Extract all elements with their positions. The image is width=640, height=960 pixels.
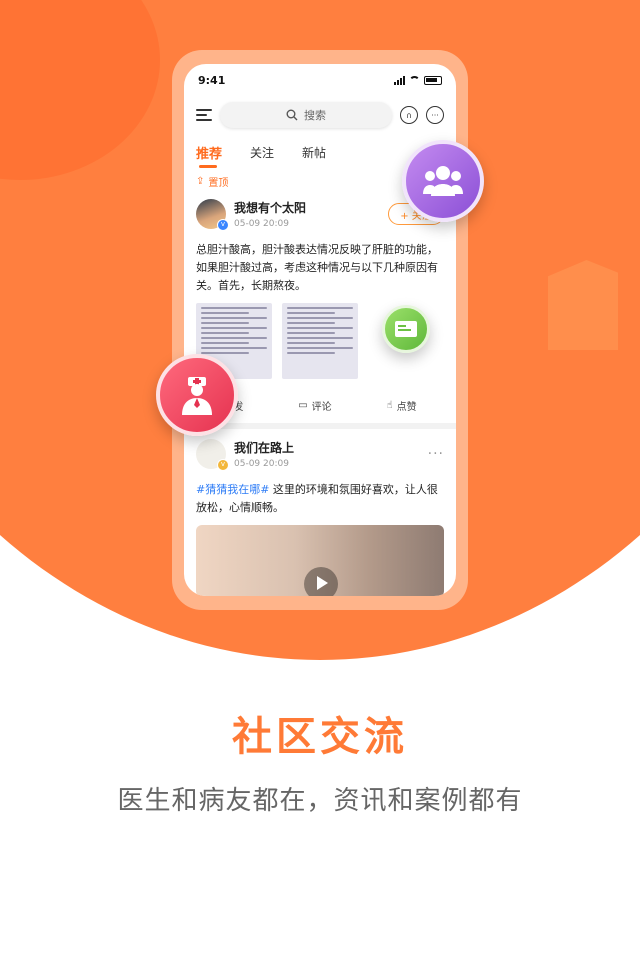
tab-recommend[interactable]: 推荐 — [196, 143, 222, 168]
post-text: #猜猜我在哪# 这里的环境和氛围好喜欢，让人很放松，心情顺畅。 — [196, 481, 444, 517]
background-decoration — [548, 260, 618, 350]
status-bar: 9:41 — [184, 64, 456, 96]
thumbs-up-icon: ☝ — [386, 399, 393, 411]
post-card[interactable]: v 我们在路上 05-09 20:09 ··· #猜猜我在哪# 这里的环境和氛围… — [184, 435, 456, 596]
message-icon[interactable]: ··· — [426, 106, 444, 124]
verified-icon: v — [217, 219, 229, 231]
subline: 医生和病友都在，资讯和案例都有 — [117, 786, 523, 816]
pin-icon: ⇪ — [196, 176, 205, 187]
promo-screen: 9:41 搜索 ∩ ··· 推荐 关注 新帖 ⇪ 置顶 v 我想有个太阳 05-… — [0, 0, 640, 960]
like-label: 点赞 — [396, 401, 417, 413]
post-video[interactable] — [196, 525, 444, 596]
play-icon[interactable] — [304, 567, 338, 596]
top-bar: 搜索 ∩ ··· — [184, 96, 456, 134]
avatar[interactable]: v — [196, 199, 229, 231]
search-input[interactable]: 搜索 — [220, 102, 392, 128]
wifi-icon — [409, 76, 420, 84]
comment-label: 评论 — [311, 401, 332, 413]
menu-icon[interactable] — [196, 109, 212, 121]
battery-icon — [424, 75, 442, 85]
post-meta: 我们在路上 05-09 20:09 — [234, 439, 420, 469]
comment-icon: ▭ — [298, 399, 308, 411]
status-time: 9:41 — [198, 73, 226, 87]
post-time: 05-09 20:09 — [234, 219, 289, 229]
group-icon — [402, 140, 484, 222]
lab-report-image[interactable] — [282, 303, 358, 379]
like-button[interactable]: ☝ 点赞 — [386, 398, 416, 413]
username[interactable]: 我们在路上 — [234, 439, 420, 456]
signal-icon — [394, 75, 405, 85]
headset-icon[interactable]: ∩ — [400, 106, 418, 124]
hashtag-link[interactable]: #猜猜我在哪# — [196, 483, 269, 496]
doctor-icon — [156, 354, 238, 436]
comment-button[interactable]: ▭ 评论 — [298, 398, 331, 413]
pinned-text: 置顶 — [208, 178, 229, 189]
post-header: v 我们在路上 05-09 20:09 ··· — [196, 435, 444, 473]
avatar[interactable]: v — [196, 439, 229, 471]
status-icons — [394, 75, 442, 85]
search-icon — [286, 109, 298, 121]
more-icon[interactable]: ··· — [428, 446, 444, 462]
post-meta: 我想有个太阳 05-09 20:09 — [234, 199, 380, 229]
post-text: 总胆汁酸高，胆汁酸表达情况反映了肝脏的功能，如果胆汁酸过高，考虑这种情况与以下几… — [196, 243, 438, 292]
headline: 社区交流 — [232, 714, 408, 760]
post-time: 05-09 20:09 — [234, 459, 289, 469]
tab-new-posts[interactable]: 新帖 — [302, 144, 326, 161]
username[interactable]: 我想有个太阳 — [234, 199, 380, 216]
tab-following[interactable]: 关注 — [250, 144, 274, 161]
card-icon — [382, 305, 430, 353]
verified-icon: v — [217, 459, 229, 471]
search-placeholder: 搜索 — [304, 109, 326, 122]
